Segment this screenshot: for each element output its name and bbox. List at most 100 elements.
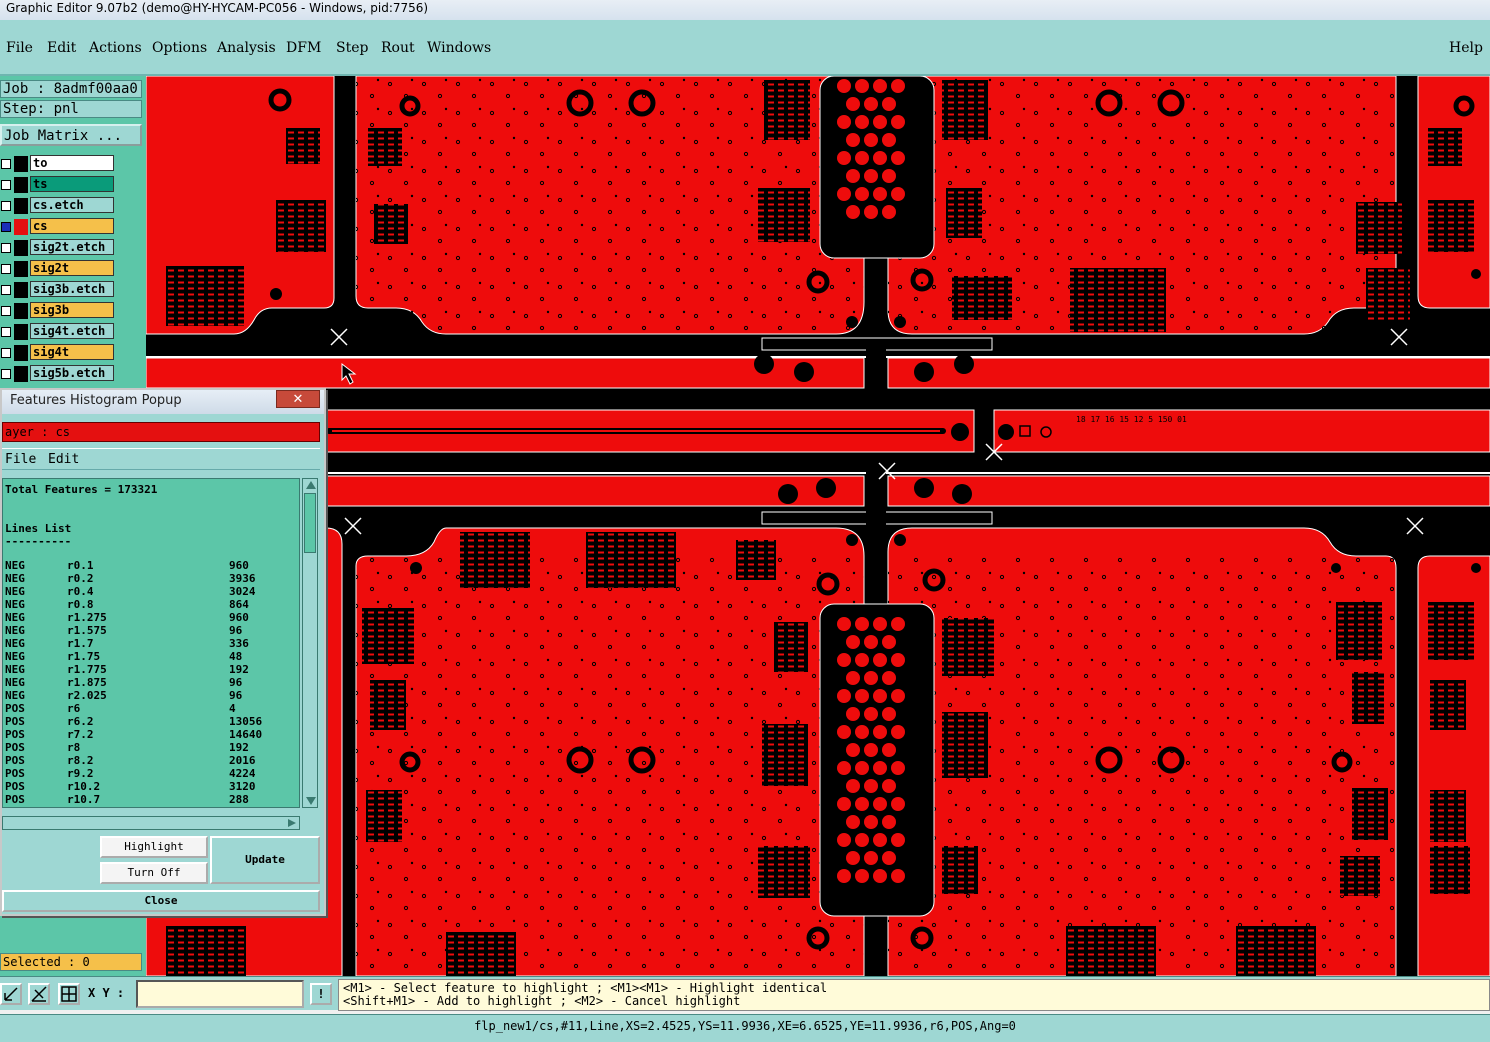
layer-checkbox[interactable]	[1, 159, 11, 169]
update-button[interactable]: Update	[210, 836, 320, 884]
pcb-panel-drawing[interactable]: 18 17 16 15 12 5 150 01	[146, 76, 1490, 976]
scroll-down-icon[interactable]	[306, 797, 316, 805]
layer-checkbox[interactable]	[1, 243, 11, 253]
histogram-row[interactable]: NEG r0.8 864	[3, 598, 299, 611]
histogram-row[interactable]: NEG r1.575 96	[3, 624, 299, 637]
layer-row-to[interactable]: to	[0, 154, 146, 174]
histogram-row[interactable]: NEG r0.2 3936	[3, 572, 299, 585]
histogram-row[interactable]: POS r10.7 288	[3, 793, 299, 806]
histogram-row[interactable]: NEG r1.7 336	[3, 637, 299, 650]
layer-row-sig2t[interactable]: sig2t	[0, 259, 146, 279]
layer-name[interactable]: cs.etch	[30, 197, 114, 213]
layer-row-cs[interactable]: cs	[0, 217, 146, 237]
layer-checkbox[interactable]	[1, 285, 11, 295]
histogram-row[interactable]: NEG r1.75 48	[3, 650, 299, 663]
histogram-row[interactable]: POS r8.2 2016	[3, 754, 299, 767]
window-title: Graphic Editor 9.07b2 (demo@HY-HYCAM-PC0…	[6, 1, 429, 15]
popup-menu-edit[interactable]: Edit	[48, 452, 79, 467]
scroll-thumb[interactable]	[304, 493, 316, 553]
histogram-row[interactable]: POS r10.2 3120	[3, 780, 299, 793]
scroll-right-icon[interactable]	[288, 819, 296, 827]
zoom-tool-icon[interactable]	[0, 983, 22, 1005]
histogram-row[interactable]: NEG r1.775 192	[3, 663, 299, 676]
menu-actions[interactable]: Actions	[89, 40, 142, 56]
histogram-row[interactable]: NEG r0.4 3024	[3, 585, 299, 598]
horizontal-scrollbar[interactable]	[2, 816, 300, 830]
layer-color-swatch[interactable]	[14, 282, 28, 298]
close-icon[interactable]: ✕	[276, 390, 320, 408]
menu-file[interactable]: File	[6, 40, 33, 56]
layer-name[interactable]: sig4t	[30, 344, 114, 360]
menu-windows[interactable]: Windows	[427, 40, 491, 56]
layer-name[interactable]: sig2t.etch	[30, 239, 114, 255]
layer-color-swatch[interactable]	[14, 366, 28, 382]
layer-color-swatch[interactable]	[14, 261, 28, 277]
menu-step[interactable]: Step	[336, 40, 368, 56]
histogram-row[interactable]: POS r7.2 14640	[3, 728, 299, 741]
histogram-row[interactable]: POS r6.2 13056	[3, 715, 299, 728]
layer-checkbox[interactable]	[1, 201, 11, 211]
scroll-up-icon[interactable]	[306, 481, 316, 489]
layer-checkbox[interactable]	[1, 348, 11, 358]
layer-name[interactable]: sig4t.etch	[30, 323, 114, 339]
layer-row-sig3b[interactable]: sig3b	[0, 301, 146, 321]
menu-rout[interactable]: Rout	[381, 40, 415, 56]
layer-row-sig4t-etch[interactable]: sig4t.etch	[0, 322, 146, 342]
highlight-button[interactable]: Highlight	[100, 836, 208, 858]
histogram-row[interactable]: NEG r2.025 96	[3, 689, 299, 702]
layer-row-sig2t-etch[interactable]: sig2t.etch	[0, 238, 146, 258]
layer-name[interactable]: sig2t	[30, 260, 114, 276]
layer-color-swatch[interactable]	[14, 177, 28, 193]
layer-checkbox[interactable]	[1, 369, 11, 379]
vertical-scrollbar[interactable]	[302, 478, 318, 808]
turn-off-button[interactable]: Turn Off	[100, 862, 208, 884]
grid-tool-icon[interactable]	[58, 983, 80, 1005]
histogram-row[interactable]: POS r9.2 4224	[3, 767, 299, 780]
histogram-row[interactable]: POS r8 192	[3, 741, 299, 754]
layer-checkbox[interactable]	[1, 222, 11, 232]
histogram-row[interactable]: NEG r1.275 960	[3, 611, 299, 624]
menu-help[interactable]: Help	[1449, 40, 1483, 56]
info-icon[interactable]: !	[310, 983, 332, 1005]
menu-dfm[interactable]: DFM	[286, 40, 321, 56]
layer-checkbox[interactable]	[1, 327, 11, 337]
layer-checkbox[interactable]	[1, 264, 11, 274]
layer-color-swatch[interactable]	[14, 345, 28, 361]
layer-name[interactable]: sig5b.etch	[30, 365, 114, 381]
row-polarity: NEG	[5, 663, 25, 676]
layer-color-swatch[interactable]	[14, 219, 28, 235]
layer-name[interactable]: sig3b	[30, 302, 114, 318]
menu-options[interactable]: Options	[152, 40, 207, 56]
close-button[interactable]: Close	[2, 890, 320, 912]
menu-analysis[interactable]: Analysis	[217, 40, 276, 56]
layer-color-swatch[interactable]	[14, 303, 28, 319]
layer-name[interactable]: ts	[30, 176, 114, 192]
layer-row-ts[interactable]: ts	[0, 175, 146, 195]
layer-row-sig4t[interactable]: sig4t	[0, 343, 146, 363]
layer-color-swatch[interactable]	[14, 198, 28, 214]
popup-menu-file[interactable]: File	[5, 452, 36, 467]
layer-row-cs-etch[interactable]: cs.etch	[0, 196, 146, 216]
row-symbol: r1.275	[67, 611, 107, 624]
histogram-list[interactable]: Total Features = 173321 Lines List -----…	[2, 478, 300, 808]
histogram-row[interactable]: NEG r0.1 960	[3, 559, 299, 572]
layer-name[interactable]: cs	[30, 218, 114, 234]
layer-color-swatch[interactable]	[14, 240, 28, 256]
layer-row-sig3b-etch[interactable]: sig3b.etch	[0, 280, 146, 300]
layer-checkbox[interactable]	[1, 306, 11, 316]
histogram-row[interactable]: POS r6 4	[3, 702, 299, 715]
xy-coordinate-input[interactable]	[136, 980, 304, 1008]
layer-row-sig5b-etch[interactable]: sig5b.etch	[0, 364, 146, 384]
layer-checkbox[interactable]	[1, 180, 11, 190]
measure-tool-icon[interactable]	[28, 983, 50, 1005]
row-symbol: r10.7	[67, 793, 101, 806]
graphic-canvas[interactable]: 18 17 16 15 12 5 150 01	[146, 76, 1490, 976]
menu-edit[interactable]: Edit	[47, 40, 76, 56]
layer-color-swatch[interactable]	[14, 324, 28, 340]
board-label-text: 18 17 16 15 12 5 150 01	[1076, 415, 1187, 424]
layer-name[interactable]: sig3b.etch	[30, 281, 114, 297]
layer-color-swatch[interactable]	[14, 156, 28, 172]
histogram-row[interactable]: NEG r1.875 96	[3, 676, 299, 689]
job-matrix-button[interactable]: Job Matrix ...	[0, 124, 142, 146]
layer-name[interactable]: to	[30, 155, 114, 171]
